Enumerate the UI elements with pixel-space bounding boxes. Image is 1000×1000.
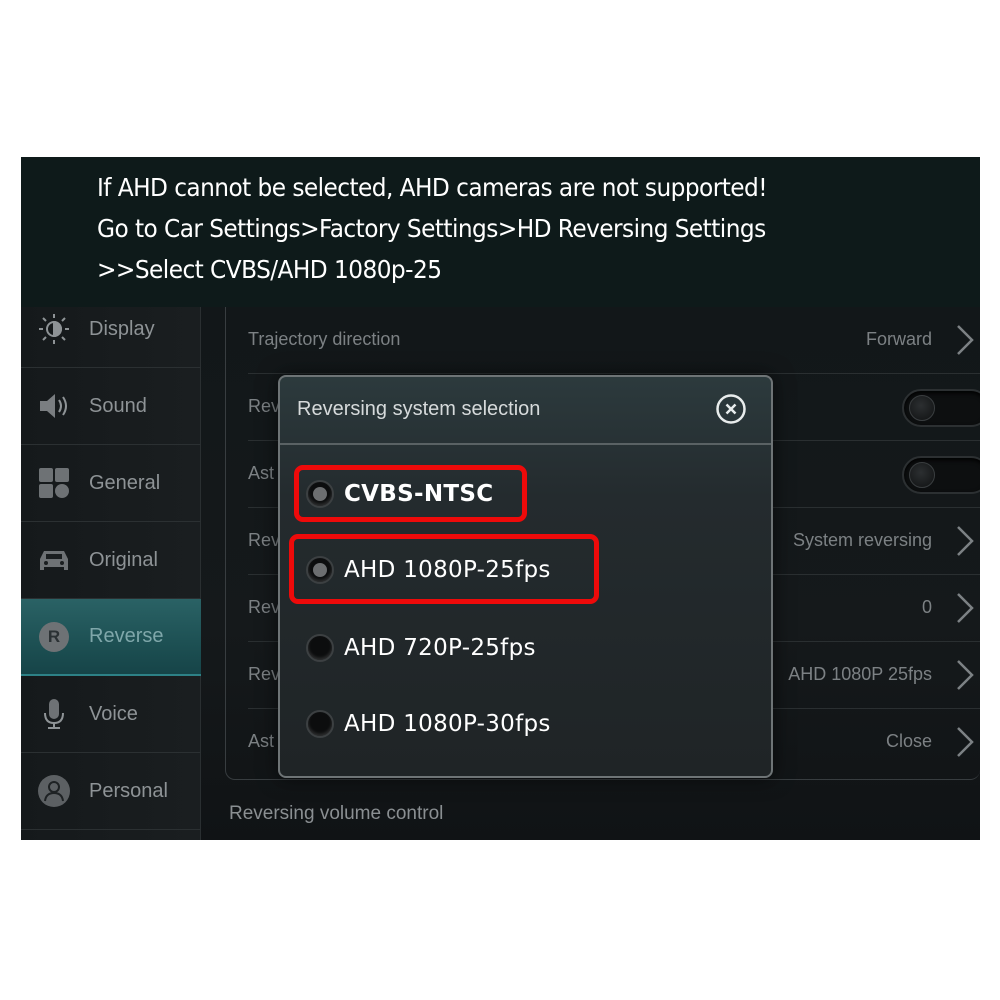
banner-line: If AHD cannot be selected, AHD cameras a… <box>97 173 768 202</box>
radio-button[interactable] <box>306 634 334 662</box>
chevron-right-icon <box>957 593 974 623</box>
reverse-r-icon: R <box>37 620 71 654</box>
sidebar-item-display[interactable]: Display <box>21 307 201 368</box>
option-label: AHD 720P-25fps <box>344 635 536 661</box>
toggle-knob <box>909 462 935 488</box>
sidebar: Display Sound General Original R Reverse… <box>21 307 201 840</box>
speaker-icon <box>37 389 71 423</box>
toggle-knob <box>909 395 935 421</box>
sidebar-item-original[interactable]: Original <box>21 522 201 599</box>
sidebar-item-label: Voice <box>89 702 138 725</box>
setting-value: System reversing <box>792 530 932 550</box>
setting-label: Rev <box>248 530 281 550</box>
setting-row-trajectory-direction[interactable]: Trajectory direction Forward <box>248 307 980 374</box>
reverse-badge-letter: R <box>47 626 61 646</box>
close-circle-icon[interactable] <box>715 393 747 425</box>
setting-label: Rev <box>248 396 281 416</box>
microphone-icon <box>37 697 71 731</box>
grid-icon <box>37 466 71 500</box>
person-icon <box>37 774 71 808</box>
option-label: AHD 1080P-25fps <box>344 557 551 583</box>
settings-screen: Display Sound General Original R Reverse… <box>21 307 980 840</box>
chevron-right-icon <box>957 526 974 556</box>
toggle-switch[interactable] <box>902 456 980 494</box>
sidebar-item-label: Personal <box>89 779 168 802</box>
sidebar-item-general[interactable]: General <box>21 445 201 522</box>
sidebar-item-label: Sound <box>89 394 147 417</box>
sidebar-item-label: Display <box>89 317 155 340</box>
sidebar-item-personal[interactable]: Personal <box>21 753 201 830</box>
reversing-system-dialog: Reversing system selection CVBS-NTSC AHD… <box>278 375 773 778</box>
option-ahd-1080p-30fps[interactable]: AHD 1080P-30fps <box>306 704 551 744</box>
toggle-switch[interactable] <box>902 389 980 427</box>
setting-label: Ast <box>248 463 275 483</box>
instruction-banner: If AHD cannot be selected, AHD cameras a… <box>21 157 980 307</box>
chevron-right-icon <box>957 325 974 355</box>
option-cvbs-ntsc[interactable]: CVBS-NTSC <box>306 474 493 514</box>
setting-value: AHD 1080P 25fps <box>788 664 932 684</box>
banner-line: >>Select CVBS/AHD 1080p-25 <box>97 255 442 284</box>
reversing-volume-control-label: Reversing volume control <box>229 803 444 824</box>
chevron-right-icon <box>957 727 974 757</box>
radio-button[interactable] <box>306 710 334 738</box>
setting-value: Close <box>885 731 932 751</box>
setting-value: Forward <box>865 329 932 349</box>
setting-label: Rev <box>248 597 281 617</box>
option-ahd-720p-25fps[interactable]: AHD 720P-25fps <box>306 628 536 668</box>
option-label: AHD 1080P-30fps <box>344 711 551 737</box>
sidebar-item-label: Original <box>89 548 158 571</box>
setting-label: Ast <box>248 731 275 751</box>
setting-label: Rev <box>248 664 281 684</box>
setting-label: Trajectory direction <box>248 329 401 349</box>
banner-line: Go to Car Settings>Factory Settings>HD R… <box>97 214 766 243</box>
option-label: CVBS-NTSC <box>344 481 494 507</box>
option-ahd-1080p-25fps[interactable]: AHD 1080P-25fps <box>306 550 551 590</box>
radio-button[interactable] <box>306 556 334 584</box>
chevron-right-icon <box>957 660 974 690</box>
sidebar-item-reverse[interactable]: R Reverse <box>21 599 201 676</box>
setting-value: 0 <box>921 597 932 617</box>
sidebar-item-sound[interactable]: Sound <box>21 368 201 445</box>
sidebar-item-label: General <box>89 471 161 494</box>
brightness-icon <box>37 312 71 346</box>
sidebar-item-voice[interactable]: Voice <box>21 676 201 753</box>
dialog-title: Reversing system selection <box>297 398 541 420</box>
dialog-divider <box>280 443 771 445</box>
sidebar-item-label: Reverse <box>89 625 164 647</box>
car-icon <box>37 543 71 577</box>
radio-button[interactable] <box>306 480 334 508</box>
